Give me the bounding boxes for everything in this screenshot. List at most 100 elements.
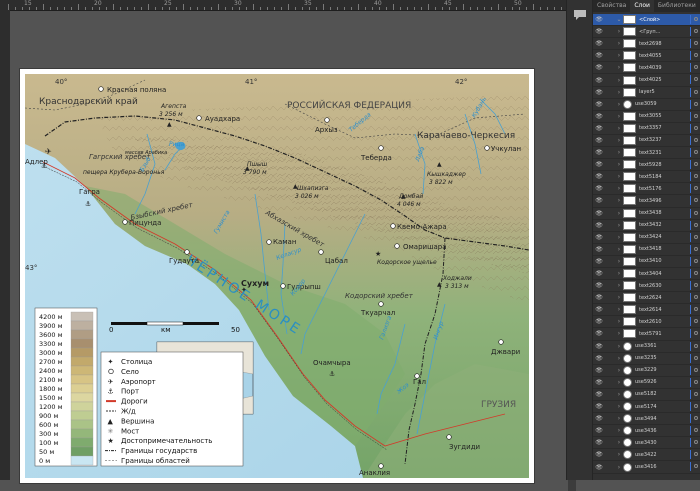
target-circle-icon[interactable] [694, 234, 698, 239]
target-circle-icon[interactable] [694, 379, 698, 384]
layer-row[interactable]: 👁 › text5184 [593, 171, 700, 184]
visibility-eye-icon[interactable]: 👁 [593, 125, 605, 132]
visibility-eye-icon[interactable]: 👁 [593, 234, 605, 241]
target-circle-icon[interactable] [694, 174, 698, 179]
layer-row[interactable]: 👁 › <Груп... [593, 26, 700, 39]
visibility-eye-icon[interactable]: 👁 [593, 161, 605, 168]
tab-libraries[interactable]: Библиотеки [654, 0, 700, 12]
layer-row[interactable]: 👁 › text3496 [593, 195, 700, 208]
expand-chevron-icon[interactable]: › [615, 234, 623, 241]
place-krasnaya-polyana[interactable]: Красная поляна [98, 86, 167, 94]
layer-row[interactable]: 👁 › use5174 [593, 401, 700, 414]
layer-row[interactable]: 👁 › text3418 [593, 244, 700, 256]
expand-chevron-icon[interactable]: › [615, 197, 623, 204]
layer-row[interactable]: 👁 › use3494 [593, 413, 700, 426]
visibility-eye-icon[interactable]: 👁 [593, 137, 605, 144]
expand-chevron-icon[interactable]: › [615, 439, 623, 446]
target-circle-icon[interactable] [694, 428, 698, 433]
visibility-eye-icon[interactable]: 👁 [593, 294, 605, 301]
expand-chevron-icon[interactable]: › [615, 258, 623, 265]
layer-row[interactable]: 👁 › text2614 [593, 304, 700, 317]
visibility-eye-icon[interactable]: 👁 [593, 379, 605, 386]
expand-chevron-icon[interactable]: › [615, 282, 623, 289]
place-pitsunda[interactable]: Пицунда [122, 219, 162, 227]
layer-row[interactable]: 👁 › use3235 [593, 353, 700, 365]
visibility-eye-icon[interactable]: 👁 [593, 64, 605, 71]
layer-row[interactable]: 👁 › text2610 [593, 316, 700, 329]
layer-row[interactable]: 👁 › text3438 [593, 208, 700, 220]
target-circle-icon[interactable] [694, 210, 698, 215]
expand-chevron-icon[interactable]: › [615, 125, 623, 132]
target-circle-icon[interactable] [694, 391, 698, 396]
visibility-eye-icon[interactable]: 👁 [593, 246, 605, 253]
layer-row[interactable]: 👁 › layer5 [593, 87, 700, 99]
layer-row[interactable]: 👁 › text5791 [593, 328, 700, 341]
target-circle-icon[interactable] [694, 29, 698, 34]
expand-chevron-icon[interactable]: ⌄ [615, 16, 623, 23]
visibility-eye-icon[interactable]: 👁 [593, 197, 605, 204]
visibility-eye-icon[interactable]: 👁 [593, 113, 605, 120]
layer-row[interactable]: 👁 › text3231 [593, 147, 700, 160]
expand-chevron-icon[interactable]: › [615, 101, 623, 108]
peak-pshysh[interactable]: ▲ Пшыш 3 790 м [243, 161, 268, 176]
visibility-eye-icon[interactable]: 👁 [593, 343, 605, 350]
visibility-eye-icon[interactable]: 👁 [593, 210, 605, 217]
tab-layers[interactable]: Слои [630, 0, 654, 12]
target-circle-icon[interactable] [694, 283, 698, 288]
expand-chevron-icon[interactable]: › [615, 318, 623, 325]
target-circle-icon[interactable] [694, 416, 698, 421]
target-circle-icon[interactable] [694, 65, 698, 70]
layer-row[interactable]: 👁 › use3430 [593, 437, 700, 450]
target-circle-icon[interactable] [694, 53, 698, 58]
expand-chevron-icon[interactable]: › [615, 343, 623, 350]
expand-chevron-icon[interactable]: › [615, 270, 623, 277]
target-circle-icon[interactable] [694, 162, 698, 167]
layer-row[interactable]: 👁 › text3410 [593, 256, 700, 268]
target-circle-icon[interactable] [694, 452, 698, 457]
target-circle-icon[interactable] [694, 270, 698, 275]
place-omarishara[interactable]: Омаришара [394, 243, 447, 251]
target-circle-icon[interactable] [694, 258, 698, 263]
target-circle-icon[interactable] [694, 307, 698, 312]
expand-chevron-icon[interactable]: › [615, 149, 623, 156]
layer-row[interactable]: 👁 › use3436 [593, 425, 700, 438]
expand-chevron-icon[interactable]: › [615, 246, 623, 253]
target-circle-icon[interactable] [694, 125, 698, 130]
target-circle-icon[interactable] [694, 150, 698, 155]
target-circle-icon[interactable] [694, 198, 698, 203]
visibility-eye-icon[interactable]: 👁 [593, 403, 605, 410]
visibility-eye-icon[interactable]: 👁 [593, 355, 605, 362]
target-circle-icon[interactable] [694, 77, 698, 82]
expand-chevron-icon[interactable]: › [615, 451, 623, 458]
expand-chevron-icon[interactable]: › [615, 355, 623, 362]
layer-row[interactable]: 👁 › use3361 [593, 341, 700, 353]
expand-chevron-icon[interactable]: › [615, 185, 623, 192]
layer-row[interactable]: 👁 › text3055 [593, 111, 700, 123]
expand-chevron-icon[interactable]: › [615, 77, 623, 84]
layer-row[interactable]: 👁 › use5182 [593, 389, 700, 401]
target-circle-icon[interactable] [694, 186, 698, 191]
visibility-eye-icon[interactable]: 👁 [593, 427, 605, 434]
target-circle-icon[interactable] [694, 101, 698, 106]
visibility-eye-icon[interactable]: 👁 [593, 89, 605, 96]
visibility-eye-icon[interactable]: 👁 [593, 306, 605, 313]
expand-chevron-icon[interactable]: › [615, 161, 623, 168]
visibility-eye-icon[interactable]: 👁 [593, 52, 605, 59]
target-circle-icon[interactable] [694, 355, 698, 360]
visibility-eye-icon[interactable]: 👁 [593, 391, 605, 398]
visibility-eye-icon[interactable]: 👁 [593, 282, 605, 289]
visibility-eye-icon[interactable]: 👁 [593, 16, 605, 23]
expand-chevron-icon[interactable]: › [615, 427, 623, 434]
layer-row[interactable]: 👁 › use3416 [593, 461, 700, 474]
visibility-eye-icon[interactable]: 👁 [593, 149, 605, 156]
sight-cave[interactable]: пещера Крубера-Воронья [83, 169, 165, 176]
expand-chevron-icon[interactable]: › [615, 52, 623, 59]
target-circle-icon[interactable] [694, 440, 698, 445]
visibility-eye-icon[interactable]: 👁 [593, 28, 605, 35]
visibility-eye-icon[interactable]: 👁 [593, 40, 605, 47]
map-artwork[interactable]: 40° 41° 42° 43° Краснодарский край РОССИ… [25, 74, 529, 478]
layer-row[interactable]: 👁 › text4055 [593, 50, 700, 63]
target-circle-icon[interactable] [694, 319, 698, 324]
place-uchkulan[interactable]: Учкулан [484, 145, 521, 153]
target-circle-icon[interactable] [694, 222, 698, 227]
